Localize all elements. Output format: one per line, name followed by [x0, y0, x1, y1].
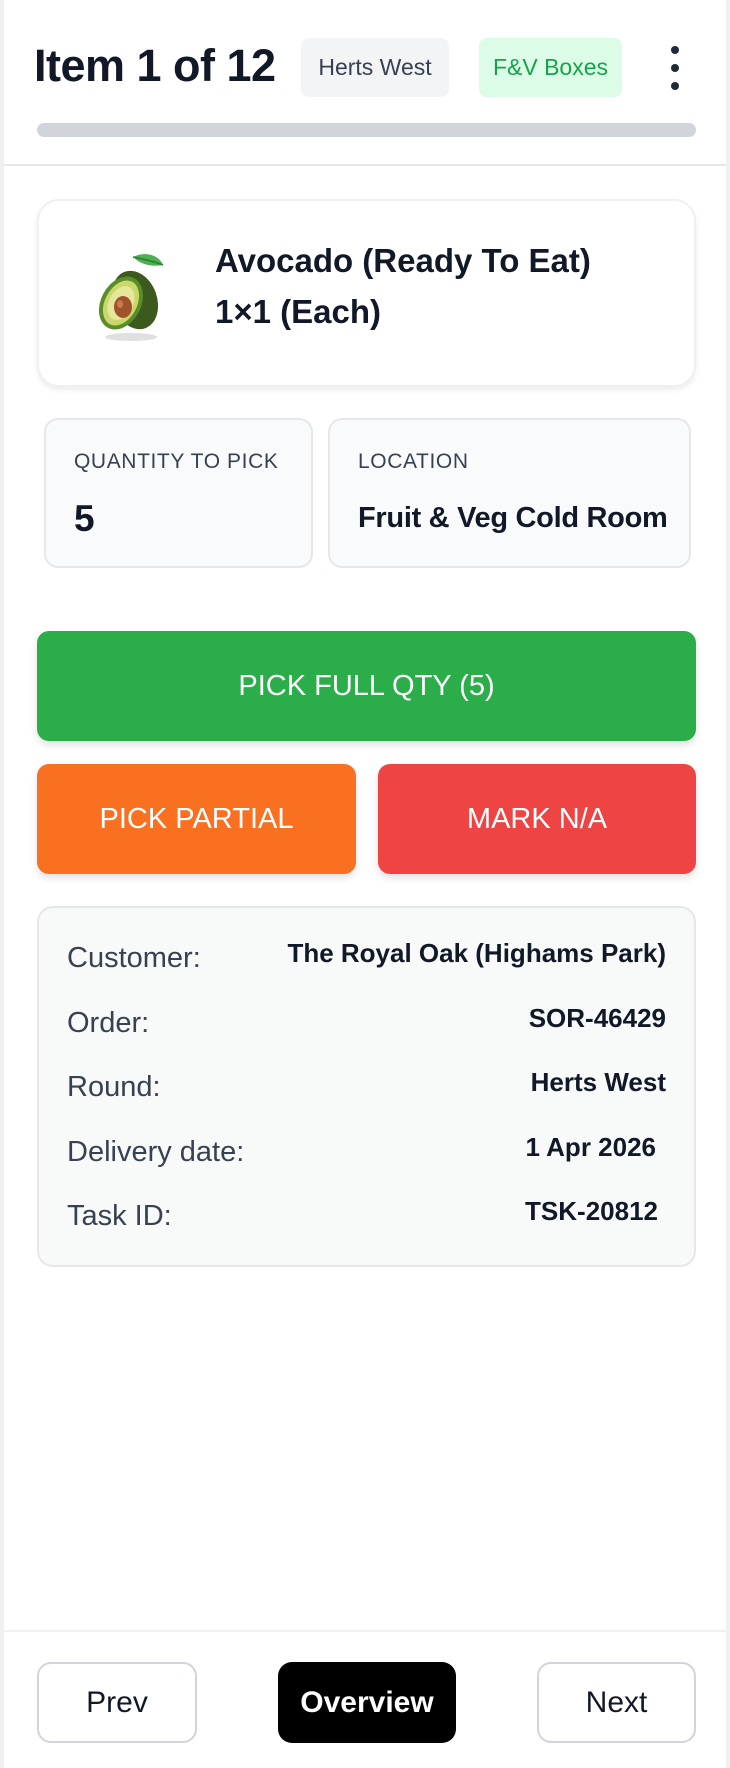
- detail-row-delivery-date: Delivery date: 1 Apr 2026: [67, 1132, 666, 1176]
- location-label: LOCATION: [358, 450, 469, 473]
- detail-label: Customer:: [67, 942, 201, 974]
- detail-value: SOR-46429: [528, 1003, 666, 1033]
- round-badge: Herts West: [301, 38, 449, 97]
- location-value: Fruit & Veg Cold Room: [358, 502, 668, 534]
- detail-row-round: Round: Herts West: [67, 1067, 666, 1111]
- product-name: Avocado (Ready To Eat): [215, 242, 591, 279]
- pick-full-qty-button[interactable]: PICK FULL QTY (5): [37, 631, 696, 741]
- detail-value: Herts West: [530, 1067, 666, 1097]
- product-pack-size: 1×1 (Each): [215, 293, 381, 330]
- bottom-nav: Prev Overview Next: [4, 1630, 726, 1768]
- kebab-dot: [671, 46, 679, 54]
- location-card: LOCATION Fruit & Veg Cold Room: [328, 418, 691, 568]
- next-button[interactable]: Next: [537, 1662, 696, 1743]
- pick-partial-button[interactable]: PICK PARTIAL: [37, 764, 356, 874]
- detail-label: Order:: [67, 1007, 150, 1039]
- progress-bar: [37, 123, 696, 137]
- detail-value: The Royal Oak (Highams Park): [287, 938, 666, 968]
- product-card: Avocado (Ready To Eat) 1×1 (Each): [37, 199, 696, 387]
- mark-na-button[interactable]: MARK N/A: [378, 764, 696, 874]
- order-details-panel: Customer: The Royal Oak (Highams Park) O…: [37, 906, 696, 1267]
- kebab-dot: [671, 82, 679, 90]
- quantity-value: 5: [74, 498, 95, 539]
- overview-button[interactable]: Overview: [278, 1662, 456, 1743]
- quantity-card: QUANTITY TO PICK 5: [44, 418, 313, 568]
- detail-row-customer: Customer: The Royal Oak (Highams Park): [67, 938, 666, 982]
- detail-label: Task ID:: [67, 1200, 172, 1232]
- prev-button[interactable]: Prev: [37, 1662, 197, 1743]
- detail-row-order: Order: SOR-46429: [67, 1003, 666, 1047]
- detail-value: 1 Apr 2026: [525, 1132, 656, 1162]
- detail-label: Delivery date:: [67, 1136, 245, 1168]
- kebab-dot: [671, 64, 679, 72]
- page-title: Item 1 of 12: [34, 40, 276, 91]
- detail-value: TSK-20812: [525, 1196, 658, 1226]
- detail-row-task-id: Task ID: TSK-20812: [67, 1196, 666, 1240]
- quantity-label: QUANTITY TO PICK: [74, 450, 279, 473]
- avocado-icon: [98, 254, 164, 341]
- category-badge: F&V Boxes: [479, 38, 622, 97]
- detail-label: Round:: [67, 1071, 161, 1103]
- page-header: Item 1 of 12 Herts West F&V Boxes: [4, 0, 726, 166]
- app-frame: Item 1 of 12 Herts West F&V Boxes Avocad…: [0, 0, 730, 1768]
- more-options-icon[interactable]: [660, 46, 690, 90]
